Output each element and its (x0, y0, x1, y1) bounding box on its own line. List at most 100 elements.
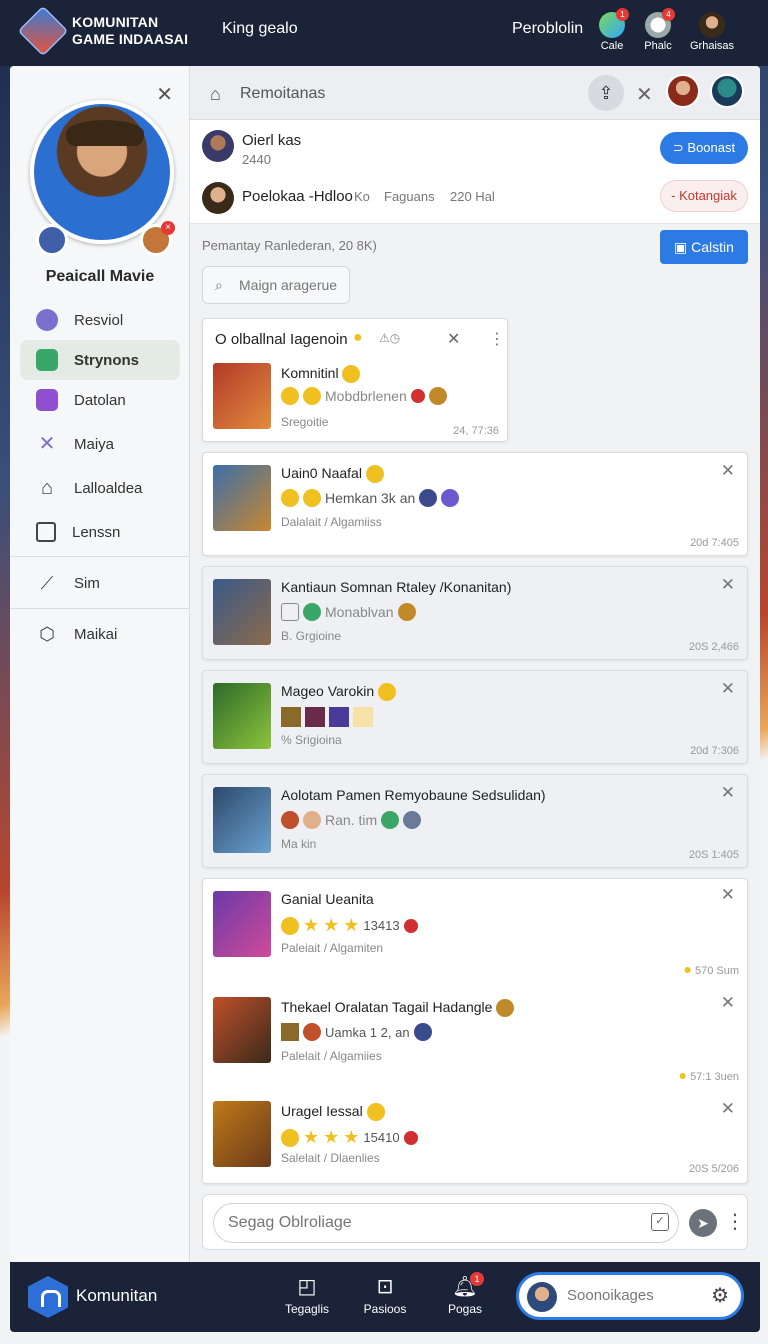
divider (10, 608, 190, 609)
feed-card-title-text: Uain0 Naafal (281, 465, 362, 481)
feed-card-title[interactable]: Ganial Ueanita (281, 891, 374, 907)
checkbox-icon[interactable] (281, 603, 299, 621)
top-icon-label: Phalc (644, 40, 672, 52)
breadcrumb-text[interactable]: Remoitanas (240, 85, 325, 103)
calstin-button[interactable]: ▣ Calstin (660, 230, 748, 264)
send-icon[interactable]: ➤ (689, 1209, 717, 1237)
sidebar-item-maiya[interactable]: ✕ Maiya (20, 424, 180, 464)
game-thumbnail[interactable] (213, 363, 271, 429)
bottom-nav-label: Tegaglis (284, 1302, 330, 1316)
profile-link[interactable]: Peroblolin (512, 20, 583, 38)
close-icon[interactable]: ✕ (721, 993, 735, 1013)
feed-card-time: ● 57:1 3uen (679, 1067, 739, 1083)
home-icon[interactable]: ⌂ (210, 84, 221, 105)
feed-card[interactable]: O olballnal Iagenoin ● ⚠◷ ✕ ⋮ Komnitinl … (202, 318, 508, 442)
user-avatar-icon[interactable] (36, 224, 68, 256)
bottom-nav-pogas[interactable]: 🔔︎ 1 Pogas (430, 1272, 500, 1316)
sidebar-item-label: Resviol (74, 311, 124, 329)
user-avatar[interactable] (202, 130, 234, 162)
top-icon-grhaisas[interactable]: Grhaisas (682, 12, 742, 52)
bottom-search[interactable]: Soonoikages ⚙ (516, 1272, 744, 1320)
participant-avatar[interactable] (710, 74, 744, 108)
star-icon: ★ (303, 915, 320, 935)
close-icon[interactable]: ✕ (721, 885, 735, 905)
game-thumbnail[interactable] (213, 683, 271, 749)
attach-icon[interactable]: ✓ (651, 1213, 669, 1231)
house-icon: ⌂ (40, 477, 54, 499)
friend-avatar[interactable] (140, 221, 175, 256)
more-icon[interactable]: ⋮ (489, 329, 505, 349)
sidebar-item-datolan[interactable]: Datolan (20, 380, 180, 420)
game-thumbnail[interactable] (213, 1101, 271, 1167)
feed-card-time-text: 570 Sum (694, 965, 739, 977)
close-icon[interactable]: ✕ (721, 575, 735, 595)
search-pill[interactable]: ⌕ Maign aragerue (202, 266, 350, 304)
game-thumbnail[interactable] (213, 465, 271, 531)
bottom-nav-title[interactable]: Komunitan (76, 1286, 157, 1306)
top-bar-title[interactable]: King gealo (222, 20, 298, 38)
close-icon[interactable]: ✕ (447, 329, 460, 349)
game-thumbnail[interactable] (213, 891, 271, 957)
star-icon: ★ (343, 1127, 360, 1147)
bottom-nav: Komunitan ◰ Tegaglis ⊡ Pasioos 🔔︎ 1 Pogas… (10, 1262, 760, 1332)
feed-card-title: Uain0 Naafal (281, 465, 384, 484)
circle-icon (36, 309, 58, 331)
feed-card[interactable]: Mageo Varokin % Srigioina ✕ 20d 7:306 (202, 670, 748, 764)
item-icon (329, 707, 349, 727)
profile-avatar[interactable] (30, 100, 174, 244)
message-composer: ✓ ➤ ⋮ (202, 1194, 748, 1250)
reaction-icon (381, 811, 400, 829)
more-icon[interactable]: ⋮ (725, 1209, 745, 1234)
star-icon: ★ (323, 915, 340, 935)
user-avatar[interactable] (202, 182, 234, 214)
sidebar-item-label: Maikai (74, 625, 118, 643)
brand-name[interactable]: KOMUNITAN GAME INDAASAI (72, 14, 188, 48)
feed-card[interactable]: Uain0 Naafal Hemkan 3k an Dalalait / Alg… (202, 452, 748, 556)
top-icon-phalc[interactable]: 4 Phalc (628, 8, 688, 52)
feed-card-row: Hemkan 3k an (281, 489, 460, 507)
message-input[interactable] (213, 1203, 679, 1243)
feed-card-title: Kantiaun Somnan Rtaley /Konanitan) (281, 579, 512, 595)
square-icon: ◰ (297, 1276, 317, 1298)
sidebar-item-resviol[interactable]: Resviol (20, 300, 180, 340)
feed-card-title[interactable]: Uragel Iessal (281, 1103, 385, 1122)
sidebar-item-lenssn[interactable]: Lenssn (20, 512, 180, 552)
close-icon[interactable]: ✕ (721, 679, 735, 699)
participant-avatar[interactable] (666, 74, 700, 108)
bottom-nav-tegaglis[interactable]: ◰ Tegaglis (272, 1274, 342, 1316)
brand-logo-icon[interactable] (17, 5, 69, 57)
settings-icon[interactable]: ⚙ (711, 1275, 729, 1317)
smile-icon (281, 489, 299, 507)
close-icon[interactable]: ✕ (156, 82, 173, 107)
top-icon-label: Grhaisas (689, 40, 735, 52)
red-dot-icon (403, 918, 418, 933)
cross-icon: ✕ (38, 433, 56, 455)
sidebar-item-maikai[interactable]: ⬡ Maikai (20, 614, 180, 654)
sidebar-item-strynons[interactable]: Strynons (20, 340, 180, 380)
user-meta: 220 Hal (450, 189, 495, 204)
feed-card[interactable]: Aolotam Pamen Remyobaune Sedsulidan) Ran… (202, 774, 748, 868)
smile-icon (303, 387, 321, 405)
feed-card-title[interactable]: Thekael Oralatan Tagail Hadangle (281, 999, 515, 1018)
breadcrumb: ⌂ Remoitanas ⇪ ✕ (190, 66, 760, 120)
home-logo-icon[interactable] (28, 1276, 68, 1318)
reject-button[interactable]: - Kotangiak (660, 180, 748, 212)
sidebar-item-sim[interactable]: ⟋ Sim (20, 563, 180, 603)
game-thumbnail[interactable] (213, 997, 271, 1063)
close-icon[interactable]: ✕ (721, 1099, 735, 1119)
close-icon[interactable]: ✕ (636, 82, 653, 107)
feed-card[interactable]: Kantiaun Somnan Rtaley /Konanitan) Monab… (202, 566, 748, 660)
close-icon[interactable]: ✕ (721, 461, 735, 481)
bottom-nav-pasioos[interactable]: ⊡ Pasioos (350, 1274, 420, 1316)
boost-button[interactable]: ⊃ Boonast (660, 132, 748, 164)
feed-card-detail: Monablvan (325, 604, 394, 620)
item-icon (305, 707, 325, 727)
info-icon: ⚠◷ (379, 331, 401, 345)
close-icon[interactable]: ✕ (721, 783, 735, 803)
sidebar-item-lalloaldea[interactable]: ⌂ Lalloaldea (20, 468, 180, 508)
feed-card-row (281, 707, 373, 727)
game-thumbnail[interactable] (213, 579, 271, 645)
item-icon (353, 707, 373, 727)
upload-icon[interactable]: ⇪ (588, 75, 624, 111)
game-thumbnail[interactable] (213, 787, 271, 853)
